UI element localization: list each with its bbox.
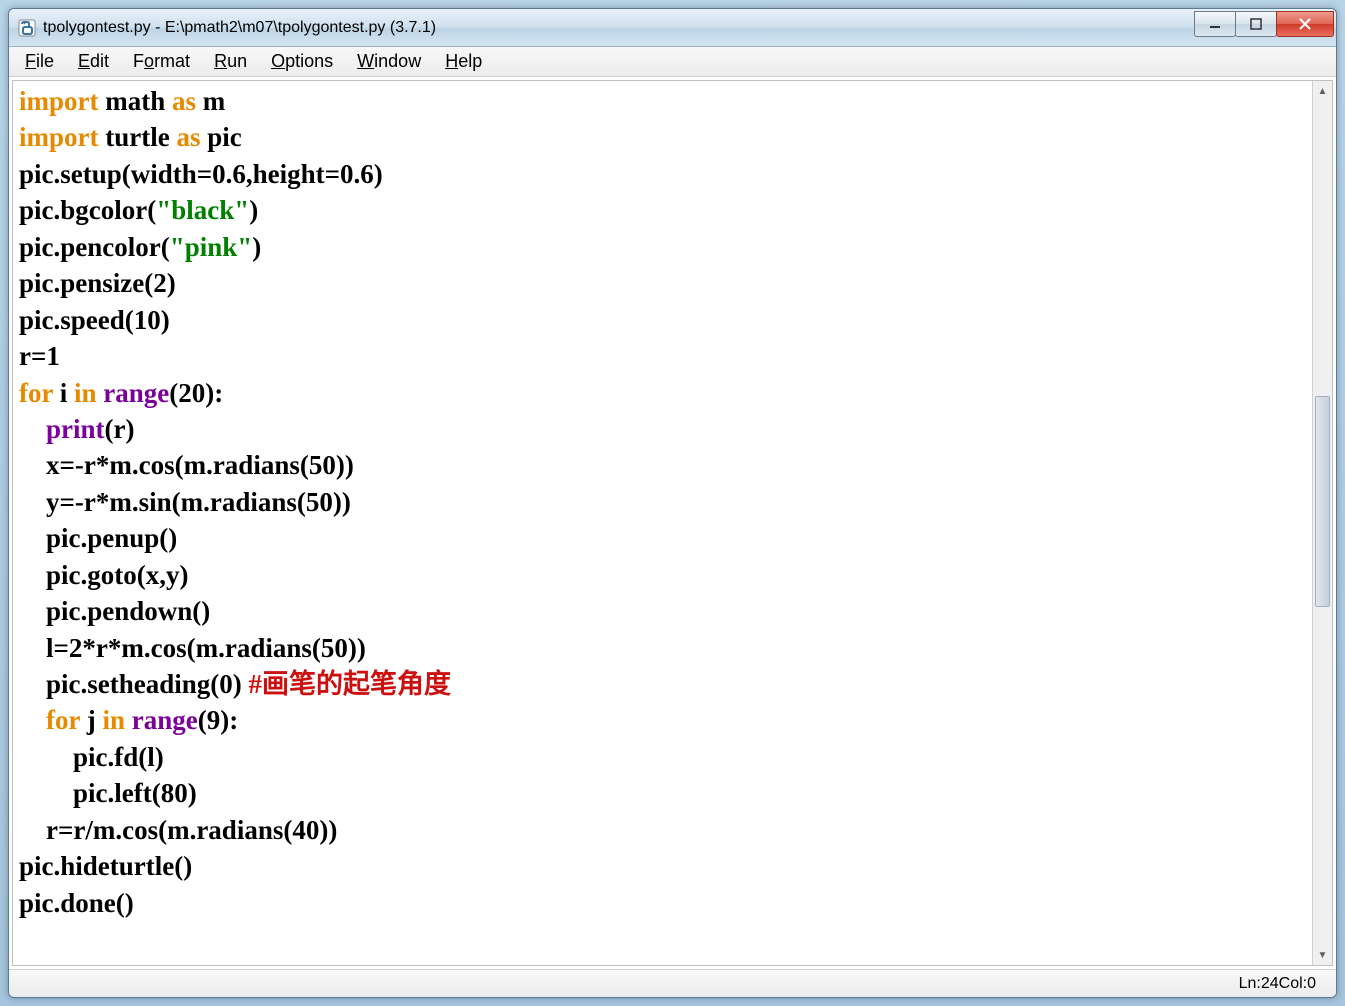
menu-file[interactable]: File <box>13 48 66 75</box>
editor-area: import math as m import turtle as pic pi… <box>12 80 1333 966</box>
scroll-up-arrow-icon[interactable]: ▲ <box>1313 81 1332 101</box>
minimize-button[interactable] <box>1194 11 1236 37</box>
statusbar: Ln: 24 Col: 0 <box>9 969 1336 997</box>
close-button[interactable] <box>1276 11 1334 37</box>
menu-run[interactable]: Run <box>202 48 259 75</box>
scroll-thumb[interactable] <box>1315 396 1330 607</box>
code-editor[interactable]: import math as m import turtle as pic pi… <box>13 81 1312 965</box>
column-number-value: 0 <box>1307 975 1316 993</box>
menu-help[interactable]: Help <box>433 48 494 75</box>
menu-window[interactable]: Window <box>345 48 433 75</box>
vertical-scrollbar[interactable]: ▲ ▼ <box>1312 81 1332 965</box>
line-number-value: 24 <box>1261 975 1279 993</box>
column-number-label: Col: <box>1279 975 1307 993</box>
python-idle-icon <box>17 18 37 38</box>
menubar: File Edit Format Run Options Window Help <box>9 47 1336 77</box>
idle-window: tpolygontest.py - E:\pmath2\m07\tpolygon… <box>8 8 1337 998</box>
titlebar[interactable]: tpolygontest.py - E:\pmath2\m07\tpolygon… <box>9 9 1336 47</box>
scroll-down-arrow-icon[interactable]: ▼ <box>1313 945 1332 965</box>
window-controls <box>1195 11 1334 37</box>
menu-format[interactable]: Format <box>121 48 202 75</box>
line-number-label: Ln: <box>1239 975 1261 993</box>
maximize-button[interactable] <box>1235 11 1277 37</box>
menu-edit[interactable]: Edit <box>66 48 121 75</box>
menu-options[interactable]: Options <box>259 48 345 75</box>
window-title: tpolygontest.py - E:\pmath2\m07\tpolygon… <box>43 19 1195 37</box>
scroll-track[interactable] <box>1313 101 1332 945</box>
